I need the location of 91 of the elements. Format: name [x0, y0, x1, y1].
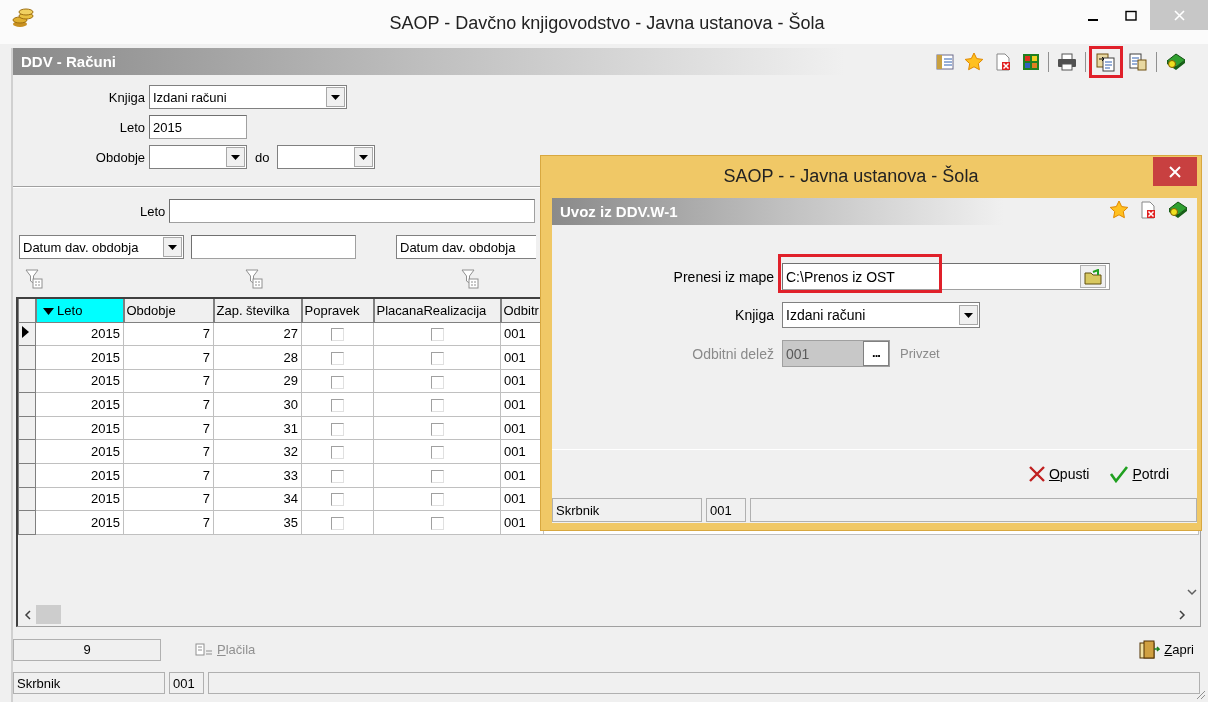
cancel-button[interactable]: Opusti	[1025, 463, 1092, 485]
book-dropdown[interactable]: Izdani računi	[782, 302, 980, 328]
checkbox[interactable]	[331, 493, 344, 507]
year-field[interactable]: 2015	[149, 115, 247, 139]
search-column-dropdown[interactable]: Datum dav. obdobja	[19, 235, 184, 259]
caret-icon	[168, 244, 177, 250]
search-column-dropdown[interactable]: Datum dav. obdobja	[396, 235, 536, 259]
checkbox[interactable]	[430, 375, 444, 389]
field-label: Knjiga	[734, 307, 774, 323]
close-icon	[1169, 165, 1181, 178]
status-cell: 001	[169, 672, 204, 694]
folder-icon	[1084, 268, 1102, 285]
star-icon[interactable]	[964, 51, 984, 72]
delete-document-icon[interactable]	[994, 52, 1012, 71]
maximize-icon	[1125, 9, 1137, 21]
sort-down-icon	[42, 307, 54, 315]
book-dropdown[interactable]: Izdani računi	[149, 85, 347, 109]
default-label: Privzet	[900, 346, 940, 361]
checkbox[interactable]	[430, 446, 444, 460]
folder-field[interactable]: C:\Prenos iz OST	[782, 263, 1110, 290]
delete-document-icon[interactable]	[1139, 201, 1157, 219]
minimize-icon	[1088, 18, 1098, 21]
field-label: Odbitni delež	[691, 345, 774, 362]
checkbox[interactable]	[430, 469, 444, 483]
checkbox[interactable]	[331, 375, 344, 389]
checkbox[interactable]	[331, 328, 344, 342]
coins-icon	[12, 8, 34, 28]
status-cell: Skrbnik	[552, 498, 702, 522]
list-icon	[195, 642, 213, 657]
dialog-header-title: Uvoz iz DDV.W-1	[560, 203, 678, 220]
field-label: Knjiga	[107, 89, 145, 105]
checkbox[interactable]	[331, 351, 344, 365]
field-label: Leto	[118, 119, 145, 135]
checkbox[interactable]	[430, 422, 444, 436]
checkmark-icon	[1109, 465, 1130, 483]
grid-icon[interactable]	[1022, 52, 1040, 71]
column-header[interactable]: PlacanaRealizacija	[373, 299, 501, 322]
column-header[interactable]: Zap. številka	[213, 299, 302, 322]
filter-icon[interactable]	[461, 269, 479, 289]
field-label: do	[255, 149, 270, 165]
caret-icon	[231, 154, 240, 160]
caret-icon	[964, 312, 973, 318]
form-title: DDV - Računi	[21, 53, 116, 70]
scroll-left-icon[interactable]	[24, 609, 32, 620]
column-header[interactable]: Obdobje	[123, 299, 214, 322]
close-button[interactable]	[1153, 157, 1197, 186]
caret-icon	[359, 154, 369, 160]
filter-icon[interactable]	[25, 269, 43, 289]
field-label: Prenesi iz mape	[672, 268, 774, 285]
filter-icon[interactable]	[245, 269, 263, 289]
record-count: 9	[13, 638, 161, 661]
close-form-button[interactable]: Zapri	[1136, 637, 1196, 662]
confirm-button[interactable]: Potrdi	[1107, 463, 1171, 485]
checkbox[interactable]	[430, 351, 444, 365]
column-header[interactable]: Popravek	[301, 299, 374, 322]
import-documents-icon[interactable]	[1096, 51, 1116, 72]
door-icon	[1138, 639, 1161, 660]
checkbox[interactable]	[430, 399, 444, 413]
scroll-down-icon[interactable]	[1187, 589, 1197, 596]
checkbox[interactable]	[331, 422, 344, 436]
row-indicator[interactable]	[18, 322, 36, 346]
checkbox[interactable]	[331, 517, 344, 531]
checkbox[interactable]	[331, 399, 344, 413]
status-cell: 001	[706, 498, 746, 522]
field-label: Obdobje	[94, 149, 145, 165]
checkbox[interactable]	[331, 469, 344, 483]
checkbox[interactable]	[430, 517, 444, 531]
scroll-thumb[interactable]	[36, 605, 61, 624]
search-field[interactable]	[191, 235, 356, 259]
window-title: SAOP - Davčno knjigovodstvo - Javna ustanova - Šola	[389, 13, 825, 33]
column-header[interactable]: Leto	[35, 299, 124, 322]
checkbox[interactable]	[331, 446, 344, 460]
scroll-right-icon[interactable]	[1178, 609, 1186, 620]
help-book-icon[interactable]	[1167, 200, 1189, 220]
field-label: Leto	[140, 203, 166, 219]
checkbox[interactable]	[430, 328, 444, 342]
resize-grip-icon[interactable]	[1194, 688, 1206, 700]
star-icon[interactable]	[1109, 200, 1129, 220]
help-book-icon[interactable]	[1165, 51, 1187, 72]
caret-icon	[331, 94, 340, 100]
status-cell: Skrbnik	[13, 672, 165, 694]
period-to-dropdown[interactable]	[277, 145, 376, 169]
checkbox[interactable]	[430, 493, 444, 507]
dialog-title: SAOP - - Javna ustanova - Šola	[723, 166, 979, 187]
year-search-field[interactable]	[169, 199, 536, 223]
cancel-x-icon	[1027, 465, 1046, 483]
period-from-dropdown[interactable]	[149, 145, 247, 169]
printer-icon[interactable]	[1057, 52, 1077, 71]
close-icon	[1173, 9, 1185, 21]
columns-icon[interactable]	[936, 52, 954, 71]
export-documents-icon[interactable]	[1128, 51, 1148, 72]
